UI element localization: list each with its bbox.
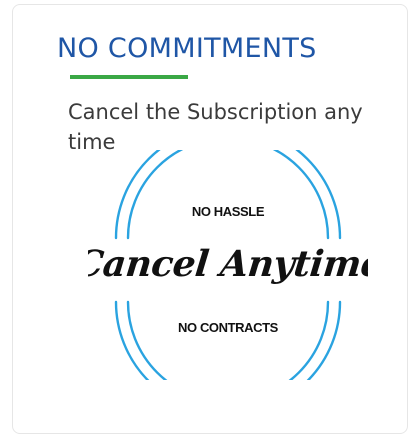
cancel-anytime-badge-graphic: NO HASSLE Cancel Anytime NO CONTRACTS <box>88 150 368 380</box>
badge-top-outer-arc <box>114 150 342 240</box>
badge-bottom-inner-arc <box>126 300 330 380</box>
card-subtitle: Cancel the Subscription any time <box>68 100 363 154</box>
card-title: NO COMMITMENTS <box>57 33 317 64</box>
badge-top-text: NO HASSLE <box>192 204 265 219</box>
badge-bottom-outer-arc <box>114 300 342 380</box>
title-underline <box>70 75 188 79</box>
cancel-anytime-badge: NO HASSLE Cancel Anytime NO CONTRACTS <box>88 150 368 380</box>
badge-top-inner-arc <box>126 150 330 240</box>
badge-main-text: Cancel Anytime <box>88 242 368 285</box>
badge-bottom-text: NO CONTRACTS <box>178 320 279 335</box>
